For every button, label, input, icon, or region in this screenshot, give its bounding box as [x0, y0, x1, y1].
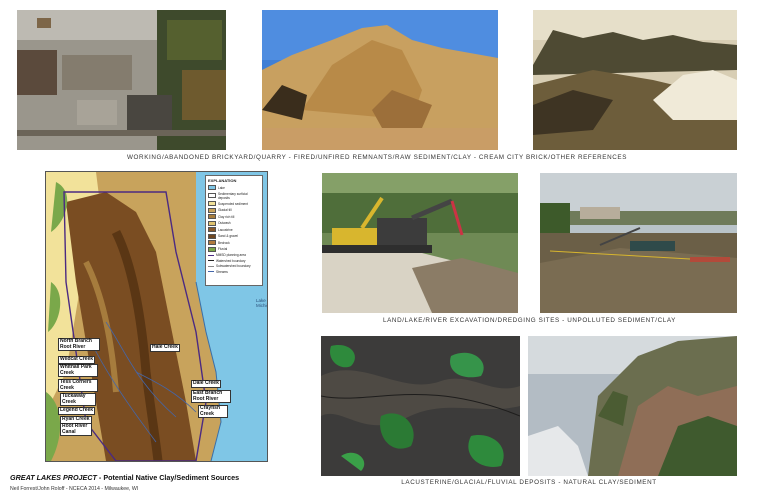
legend-item: Glacial till: [208, 207, 260, 213]
legend-line-label: Streams: [216, 269, 228, 274]
creek-label-root-river-canal: Root River Canal: [60, 423, 92, 436]
legend-swatch: [208, 201, 216, 206]
legend-title: EXPLANATION: [208, 178, 237, 183]
legend-item: Fluvial: [208, 246, 260, 252]
legend-item: Lake: [208, 185, 260, 190]
legend-line-item: Streams: [208, 270, 260, 274]
legend-line-swatch: [208, 271, 214, 272]
aerial-quarry-photo: [17, 10, 226, 150]
row1-caption: WORKING/ABANDONED BRICKYARD/QUARRY - FIR…: [127, 154, 627, 161]
legend-line-swatch: [208, 265, 214, 267]
legend-item: Suspended sediment: [208, 201, 260, 206]
legend-item: Lacustrine: [208, 227, 260, 232]
legend-line-label: Watershed boundary: [216, 258, 246, 263]
creek-label-wildcat: Wildcat Creek: [58, 356, 96, 364]
lakeshore-bluff-photo: [528, 336, 737, 476]
legend-item: Clay rich till: [208, 214, 260, 219]
row3-caption: LACUSTERINE/GLACIAL/FLUVIAL DEPOSITS - N…: [401, 479, 657, 486]
legend-swatch: [208, 193, 216, 198]
watershed-map: EXPLANATION Lake Sedimentary surficial de…: [45, 171, 268, 462]
credit-line: Neil Forrest/John Roloff - NCECA 2014 - …: [10, 486, 139, 492]
title-subject: - Potential Native Clay/Sediment Sources: [96, 473, 240, 482]
map-legend: EXPLANATION Lake Sedimentary surficial de…: [205, 175, 263, 286]
legend-swatch: [208, 233, 216, 239]
legend-item: Outwash: [208, 220, 260, 226]
satellite-deposits-photo: [321, 336, 520, 476]
legend-label: Sedimentary surficial deposits: [218, 191, 248, 200]
creek-label-dale: Dale Creek: [191, 380, 221, 388]
excavation-site-photo: [322, 173, 518, 313]
legend-item: Bedrock: [208, 240, 260, 245]
dredging-site-photo: [540, 173, 737, 313]
legend-line-label: Subwatershed boundary: [216, 264, 251, 268]
legend-label: Bedrock: [218, 240, 230, 245]
legend-label: Suspended sediment: [218, 201, 248, 206]
legend-label: Lake: [218, 185, 225, 190]
creek-label-hale: Hale Creek: [150, 344, 180, 352]
creek-label-whitnall-park: Whitnall Park Creek: [58, 364, 98, 377]
legend-line-label: MMSD planning area: [216, 253, 246, 257]
legend-swatch: [208, 207, 216, 213]
creek-label-tuckaway: Tuckaway Creek: [60, 393, 96, 406]
creek-label-crayfish: Crayfish Creek: [198, 405, 228, 418]
legend-line-item: MMSD planning area: [208, 253, 260, 257]
page-title: GREAT LAKES PROJECT - Potential Native C…: [10, 473, 239, 482]
legend-swatch: [208, 214, 216, 219]
legend-label: Lacustrine: [218, 227, 233, 232]
legend-line-item: Watershed boundary: [208, 259, 260, 263]
raw-clay-pile-photo: [262, 10, 498, 150]
creek-label-north-branch-root-river: North Branch Root River: [58, 338, 100, 351]
creek-label-legend: Legend Creek: [58, 407, 96, 415]
legend-swatch: [208, 240, 216, 245]
legend-item: Sand & gravel: [208, 233, 260, 239]
title-project-name: GREAT LAKES PROJECT: [10, 473, 97, 482]
legend-label: Clay rich till: [218, 214, 235, 219]
historic-brickyard-photo: [533, 10, 737, 150]
legend-line-swatch: [208, 254, 214, 256]
legend-swatch: [208, 185, 216, 190]
creek-label-tess-corners: Tess Corners Creek: [58, 379, 98, 392]
row2-caption: LAND/LAKE/RIVER EXCAVATION/DREDGING SITE…: [383, 317, 676, 324]
legend-label: Sand & gravel: [218, 234, 239, 238]
legend-swatch: [208, 227, 216, 232]
legend-line-item: Subwatershed boundary: [208, 264, 260, 268]
legend-swatch: [208, 246, 216, 252]
legend-item: Sedimentary surficial deposits: [208, 192, 260, 200]
lake-michigan-label: Lake Michigan: [256, 298, 267, 308]
creek-label-east-branch-root-river: East Branch Root River: [191, 390, 231, 403]
legend-label: Outwash: [218, 221, 231, 225]
legend-label: Fluvial: [218, 247, 228, 251]
legend-swatch: [208, 220, 216, 226]
legend-label: Glacial till: [218, 208, 232, 212]
legend-line-swatch: [208, 260, 214, 261]
